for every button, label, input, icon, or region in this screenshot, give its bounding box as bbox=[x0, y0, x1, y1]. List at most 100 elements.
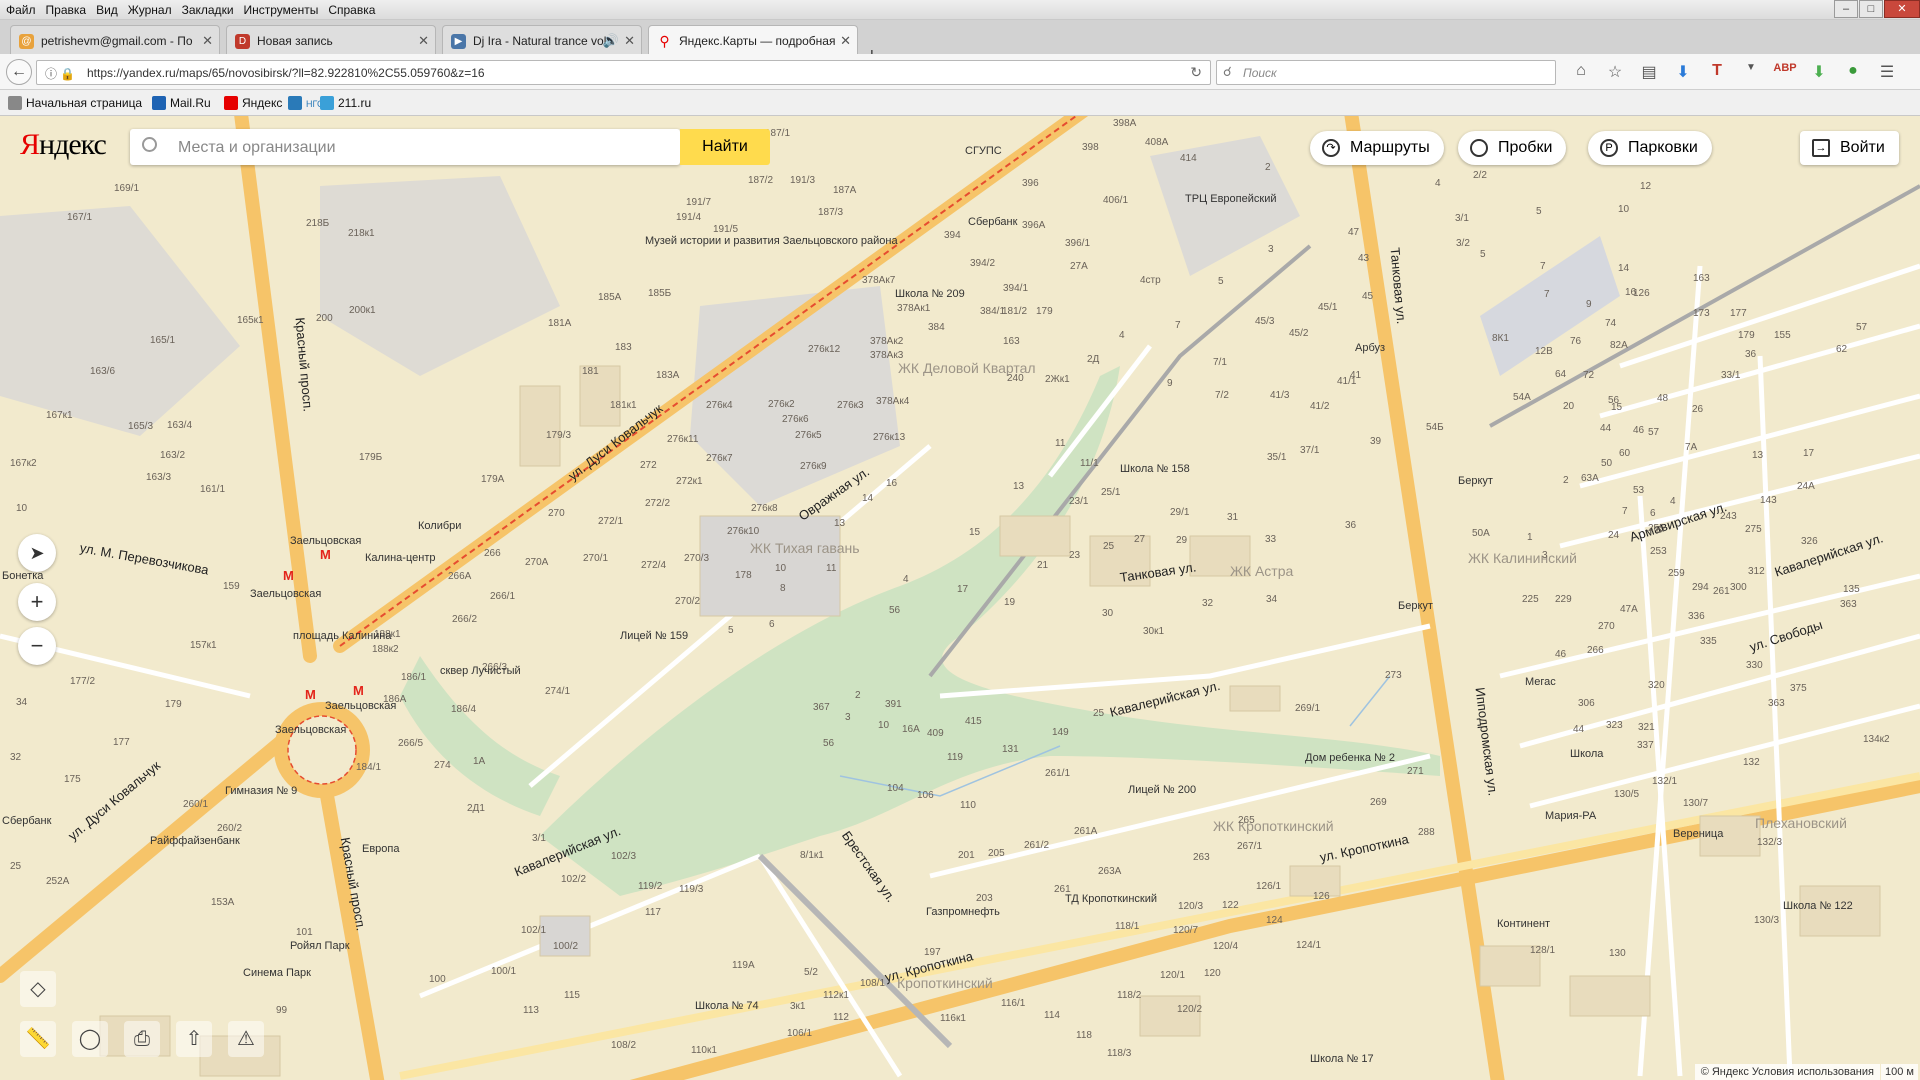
bookmark-211[interactable]: 211.ru bbox=[320, 96, 371, 110]
print-button[interactable]: ⎙ bbox=[124, 1021, 160, 1057]
place-label[interactable]: Заельцовская bbox=[275, 724, 346, 736]
addon-download-icon[interactable]: ⬇ bbox=[1802, 62, 1836, 82]
place-label[interactable]: Заельцовская bbox=[290, 535, 361, 547]
geolocation-button[interactable]: ➤ bbox=[18, 534, 56, 572]
bookmark-yandex[interactable]: Яндекс bbox=[224, 96, 282, 110]
menu-hamburger-icon[interactable]: ☰ bbox=[1870, 62, 1904, 82]
zoom-in-button[interactable]: + bbox=[18, 583, 56, 621]
ruler-button[interactable]: 📏 bbox=[20, 1021, 56, 1057]
parking-button[interactable]: P Парковки bbox=[1588, 131, 1712, 165]
address-bar[interactable]: ⓘ 🔒 https://yandex.ru/maps/65/novosibirs… bbox=[36, 60, 1211, 85]
place-label[interactable]: Мария-РА bbox=[1545, 810, 1596, 822]
place-label[interactable]: Синема Парк bbox=[243, 967, 311, 979]
place-label[interactable]: Гимназия № 9 bbox=[225, 785, 297, 797]
place-label[interactable]: Заельцовская bbox=[250, 588, 321, 600]
place-label[interactable]: Школа № 158 bbox=[1120, 463, 1190, 475]
place-label[interactable]: Европа bbox=[362, 843, 400, 855]
place-label[interactable]: Музей истории и развития Заельцовского р… bbox=[645, 235, 898, 247]
reload-icon[interactable]: ↻ bbox=[1190, 64, 1202, 81]
tab-new-post[interactable]: D Новая запись ✕ bbox=[226, 25, 436, 54]
place-label[interactable]: Беркут bbox=[1398, 600, 1433, 612]
place-label[interactable]: сквер Лучистый bbox=[440, 665, 521, 677]
place-label[interactable]: Беркут bbox=[1458, 475, 1493, 487]
menu-file[interactable]: Файл bbox=[0, 0, 40, 19]
close-window-button[interactable]: ✕ bbox=[1884, 0, 1920, 18]
bookmark-star-icon[interactable]: ☆ bbox=[1598, 62, 1632, 82]
place-label[interactable]: Калина-центр bbox=[365, 552, 435, 564]
addon-green-icon[interactable]: ● bbox=[1836, 62, 1870, 82]
share-button[interactable]: ⇧ bbox=[176, 1021, 212, 1057]
place-label[interactable]: Лицей № 159 bbox=[620, 630, 688, 642]
place-label[interactable]: Школа № 122 bbox=[1783, 900, 1853, 912]
speaker-icon[interactable]: 🔊 bbox=[603, 33, 619, 49]
menu-tools[interactable]: Инструменты bbox=[238, 0, 323, 19]
place-label[interactable]: Газпромнефть bbox=[926, 906, 1000, 918]
place-label[interactable]: Сбербанк bbox=[968, 216, 1017, 228]
place-label[interactable]: Райффайзенбанк bbox=[150, 835, 240, 847]
place-label[interactable]: Школа bbox=[1570, 748, 1603, 760]
place-label[interactable]: Дом ребенка № 2 bbox=[1305, 752, 1395, 764]
place-label[interactable]: Сбербанк bbox=[2, 815, 51, 827]
metro-icon[interactable]: M bbox=[283, 568, 294, 583]
reading-list-icon[interactable]: ▤ bbox=[1632, 62, 1666, 82]
tab-music[interactable]: ▶ Dj Ira - Natural trance vol 🔊 ✕ bbox=[442, 25, 642, 54]
maximize-button[interactable]: □ bbox=[1859, 0, 1883, 18]
zoom-out-button[interactable]: − bbox=[18, 627, 56, 665]
close-tab-icon[interactable]: ✕ bbox=[418, 33, 429, 49]
dropdown-icon[interactable]: ▼ bbox=[1734, 62, 1768, 82]
metro-icon[interactable]: M bbox=[353, 683, 364, 698]
layers-button[interactable]: ◇ bbox=[20, 971, 56, 1007]
house-number: 367 bbox=[813, 702, 830, 713]
place-label[interactable]: Мегас bbox=[1525, 676, 1556, 688]
bookmark-mailru[interactable]: Mail.Ru bbox=[152, 96, 211, 110]
home-icon[interactable]: ⌂ bbox=[1564, 62, 1598, 82]
yandex-logo[interactable]: Яндекс bbox=[20, 128, 107, 162]
bookmark-ngs[interactable]: НГС bbox=[288, 96, 323, 110]
place-label[interactable]: Верeница bbox=[1673, 828, 1723, 840]
tab-yandex-maps[interactable]: ⚲ Яндекс.Карты — подробная ✕ bbox=[648, 25, 858, 55]
traffic-button[interactable]: Пробки bbox=[1458, 131, 1567, 165]
tab-mail[interactable]: @ petrishevm@gmail.com - По ✕ bbox=[10, 25, 220, 54]
house-number: 34 bbox=[16, 697, 28, 708]
adblock-icon[interactable]: ABP bbox=[1768, 62, 1802, 82]
place-label[interactable]: СГУПС bbox=[965, 145, 1002, 157]
menu-history[interactable]: Журнал bbox=[122, 0, 176, 19]
login-button[interactable]: → Войти bbox=[1800, 131, 1899, 165]
place-label[interactable]: Лицей № 200 bbox=[1128, 784, 1196, 796]
back-button[interactable]: ← bbox=[6, 59, 32, 85]
routes-button[interactable]: ↷ Маршруты bbox=[1310, 131, 1444, 165]
menu-bookmarks[interactable]: Закладки bbox=[176, 0, 238, 19]
close-tab-icon[interactable]: ✕ bbox=[840, 33, 851, 49]
place-label[interactable]: площадь Калинина bbox=[293, 630, 392, 642]
place-label[interactable]: ТД Кропоткинский bbox=[1065, 893, 1157, 905]
place-label[interactable]: Школа № 74 bbox=[695, 1000, 759, 1012]
map-view[interactable]: ул. Дуси Ковальчук ул. Дуси Ковальчук Крас… bbox=[0, 116, 1920, 1080]
printer-icon: ⎙ bbox=[134, 1028, 150, 1050]
close-tab-icon[interactable]: ✕ bbox=[624, 33, 635, 49]
bookmark-start-page[interactable]: Начальная страница bbox=[8, 96, 142, 110]
menu-edit[interactable]: Правка bbox=[40, 0, 91, 19]
menu-help[interactable]: Справка bbox=[322, 0, 379, 19]
house-number: 375 bbox=[1790, 683, 1807, 694]
find-button[interactable]: Найти bbox=[680, 129, 770, 165]
place-label[interactable]: Арбуз bbox=[1355, 342, 1385, 354]
place-label[interactable]: Заельцовская bbox=[325, 700, 396, 712]
download-icon[interactable]: ⬇ bbox=[1666, 62, 1700, 82]
place-label[interactable]: Школа № 209 bbox=[895, 288, 965, 300]
translate-icon[interactable]: T bbox=[1700, 62, 1734, 82]
browser-search-box[interactable]: ☌ Поиск bbox=[1216, 60, 1556, 85]
metro-icon[interactable]: M bbox=[305, 687, 316, 702]
place-label[interactable]: ТРЦ Европейский bbox=[1185, 193, 1277, 205]
place-label[interactable]: Континент bbox=[1497, 918, 1550, 930]
place-label[interactable]: Ройял Парк bbox=[290, 940, 350, 952]
report-error-button[interactable]: ⚠ bbox=[228, 1021, 264, 1057]
place-label[interactable]: Колибри bbox=[418, 520, 461, 532]
map-search-bar[interactable]: Места и организации bbox=[130, 129, 680, 165]
close-tab-icon[interactable]: ✕ bbox=[202, 33, 213, 49]
panorama-button[interactable]: ◯ bbox=[72, 1021, 108, 1057]
place-label[interactable]: Школа № 17 bbox=[1310, 1053, 1374, 1065]
minimize-button[interactable]: – bbox=[1834, 0, 1858, 18]
copyright[interactable]: © Яндекс Условия использования bbox=[1694, 1064, 1880, 1080]
metro-icon[interactable]: M bbox=[320, 547, 331, 562]
menu-view[interactable]: Вид bbox=[90, 0, 122, 19]
